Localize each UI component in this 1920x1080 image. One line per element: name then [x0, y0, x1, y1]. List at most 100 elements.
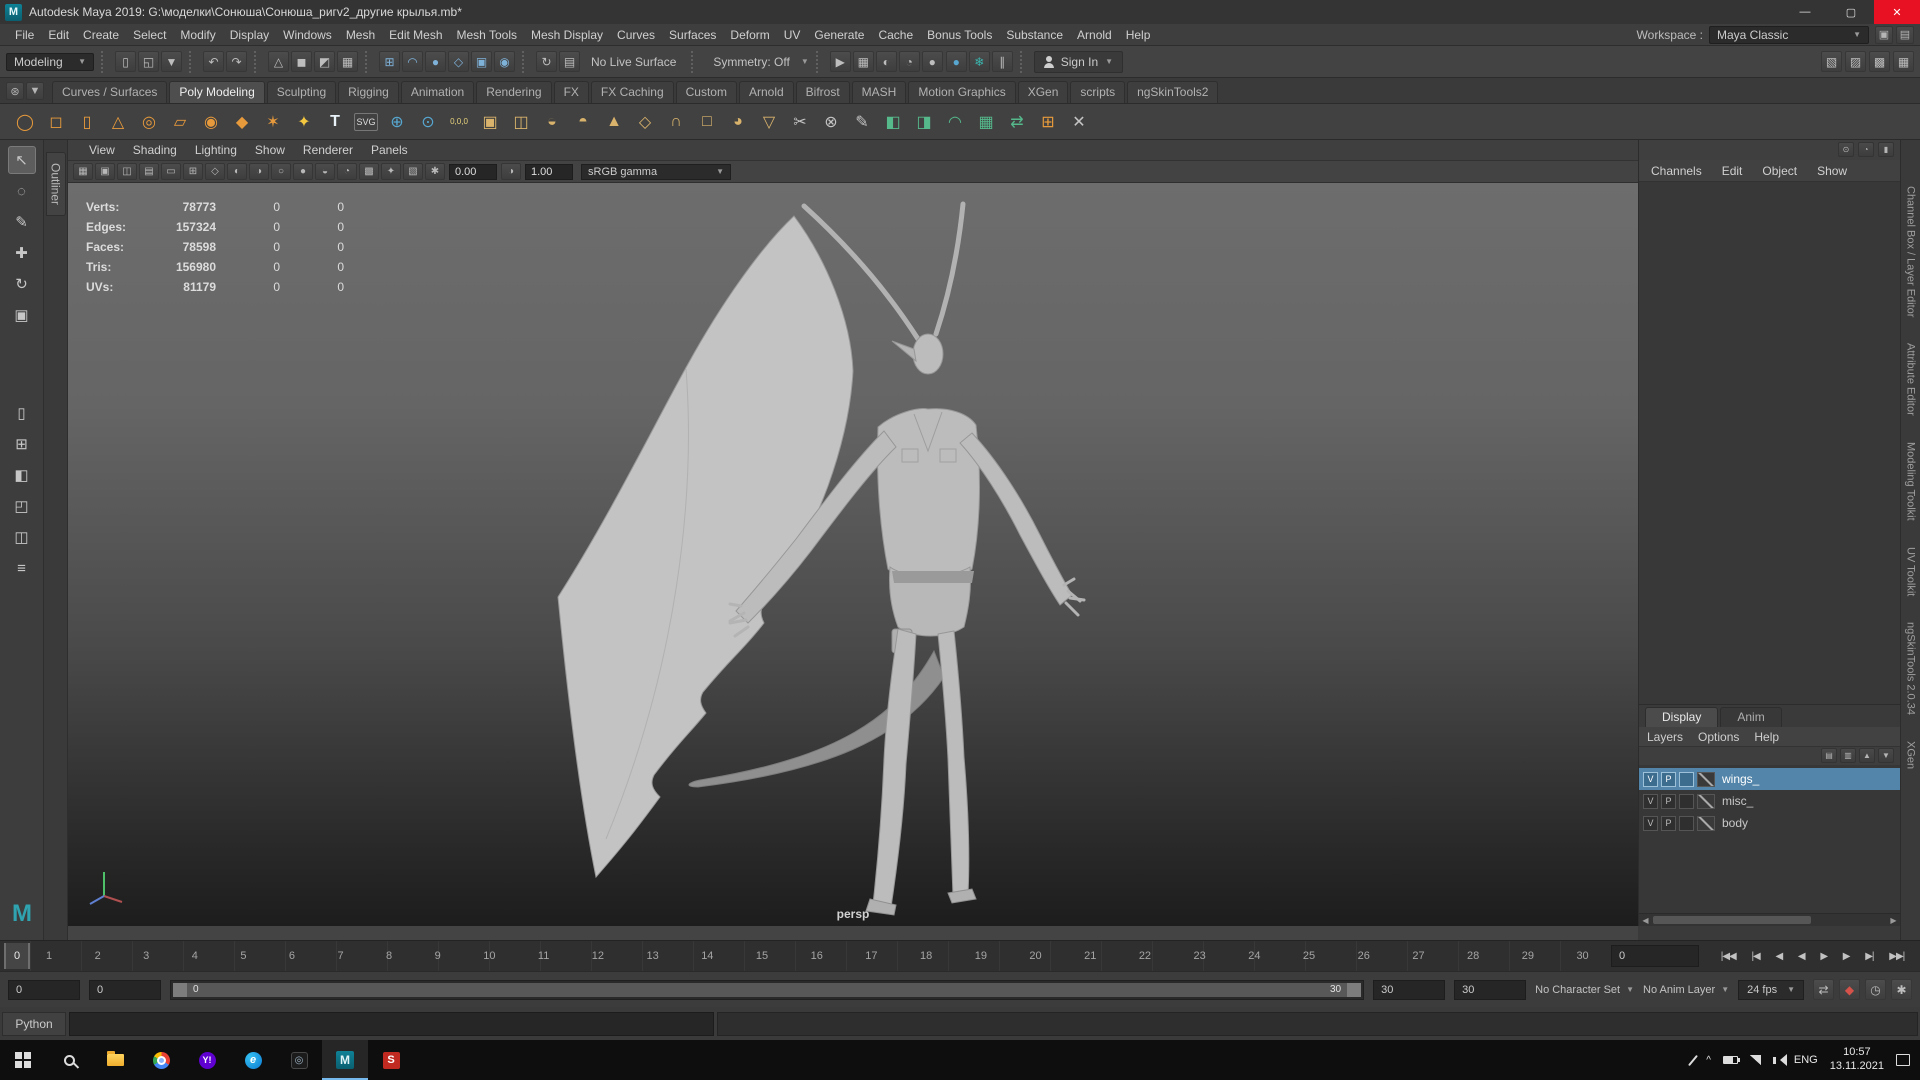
- layer-row[interactable]: V P body: [1639, 812, 1900, 834]
- menu-item[interactable]: Mesh: [339, 28, 382, 42]
- side-tab[interactable]: Channel Box / Layer Editor: [1905, 186, 1917, 317]
- layer-visibility-toggle[interactable]: V: [1643, 772, 1658, 787]
- layer-playback-toggle[interactable]: P: [1661, 772, 1676, 787]
- symmetry-label[interactable]: Symmetry: Off: [705, 55, 797, 69]
- construction-history-icon[interactable]: ↻: [536, 51, 557, 72]
- poly-sphere-icon[interactable]: ◯: [10, 107, 40, 137]
- layer-visibility-toggle[interactable]: V: [1643, 794, 1658, 809]
- hypershade-icon[interactable]: ●: [922, 51, 943, 72]
- ipr-render-icon[interactable]: ◐: [876, 51, 897, 72]
- uv-editor-icon[interactable]: ▦: [971, 107, 1001, 137]
- lasso-tool-icon[interactable]: ◌: [8, 177, 36, 205]
- shelf-options-icon[interactable]: ⊛: [6, 82, 24, 100]
- shelf-tab[interactable]: Arnold: [739, 81, 794, 103]
- group-divider[interactable]: [522, 51, 529, 73]
- step-back-key-button[interactable]: ◀: [1775, 951, 1782, 962]
- channel-box-menu-item[interactable]: Channels: [1651, 164, 1702, 178]
- viewport-menu-item[interactable]: Panels: [362, 143, 417, 157]
- chrome-icon[interactable]: [138, 1040, 184, 1080]
- construction-point-icon[interactable]: ⊙: [413, 107, 443, 137]
- four-pane-layout-icon[interactable]: ⊞: [8, 430, 36, 458]
- move-tool-icon[interactable]: ✚: [8, 239, 36, 267]
- layer-row[interactable]: V P misc_: [1639, 790, 1900, 812]
- layer-visibility-toggle[interactable]: V: [1643, 816, 1658, 831]
- outliner-tab[interactable]: Outliner: [46, 152, 66, 216]
- menu-item[interactable]: Substance: [999, 28, 1070, 42]
- construction-aim-icon[interactable]: ⊕: [382, 107, 412, 137]
- create-star-icon[interactable]: ✦: [289, 107, 319, 137]
- shelf-tab[interactable]: Sculpting: [267, 81, 336, 103]
- menu-item[interactable]: Display: [223, 28, 276, 42]
- shelf-tab-icon[interactable]: ▼: [26, 82, 44, 100]
- time-slider[interactable]: 0 12345678910111213141516171819202122232…: [0, 940, 1920, 971]
- fill-hole-icon[interactable]: □: [692, 107, 722, 137]
- taskbar-clock[interactable]: 10:57 13.11.2021: [1830, 1046, 1884, 1074]
- poly-cube-icon[interactable]: ◻: [41, 107, 71, 137]
- sign-in-button[interactable]: Sign In ▼: [1034, 51, 1123, 73]
- go-to-start-button[interactable]: |◀◀: [1721, 951, 1736, 962]
- scroll-left-icon[interactable]: ◀: [1639, 914, 1652, 926]
- exposure-field[interactable]: 0.00: [449, 164, 497, 180]
- shelf-tab[interactable]: ngSkinTools2: [1127, 81, 1218, 103]
- play-backwards-button[interactable]: ◀: [1798, 951, 1805, 962]
- foot-right-mesh[interactable]: [948, 889, 976, 903]
- type-tool-icon[interactable]: T: [320, 107, 350, 137]
- menu-item[interactable]: Create: [76, 28, 126, 42]
- use-default-material-icon[interactable]: ○: [271, 163, 291, 180]
- center-pivot-icon[interactable]: ⊞: [1033, 107, 1063, 137]
- step-forward-frame-button[interactable]: ▶|: [1865, 951, 1873, 962]
- panel-menu-icon[interactable]: ≡: [8, 554, 36, 582]
- toggle-modeling-toolkit-icon[interactable]: ▩: [1869, 51, 1890, 72]
- side-tab[interactable]: Modeling Toolkit: [1905, 442, 1917, 521]
- boolean-difference-icon[interactable]: ◓: [568, 107, 598, 137]
- menu-item[interactable]: Mesh Display: [524, 28, 610, 42]
- playback-start-field[interactable]: 0: [89, 980, 161, 1000]
- playback-end-field[interactable]: 30: [1373, 980, 1445, 1000]
- lock-camera-icon[interactable]: ▣: [95, 163, 115, 180]
- minimize-button[interactable]: —: [1782, 0, 1828, 24]
- menu-item[interactable]: Select: [126, 28, 173, 42]
- menu-item[interactable]: Deform: [723, 28, 776, 42]
- layer-color-swatch[interactable]: [1697, 772, 1715, 787]
- viewport-canvas[interactable]: Verts: 78773 0 0 Edges: 157324 0 0: [68, 183, 1638, 926]
- quad-draw-icon[interactable]: ✎: [847, 107, 877, 137]
- command-line-input[interactable]: [69, 1012, 714, 1036]
- menu-item[interactable]: Windows: [276, 28, 339, 42]
- select-tool-icon[interactable]: ↖: [8, 146, 36, 174]
- target-weld-icon[interactable]: ⊗: [816, 107, 846, 137]
- layer-name[interactable]: misc_: [1718, 794, 1753, 808]
- menu-item[interactable]: Help: [1119, 28, 1158, 42]
- layer-editor-tab[interactable]: Display: [1645, 707, 1718, 727]
- range-bar[interactable]: 0 30: [170, 980, 1364, 1000]
- group-divider[interactable]: [254, 51, 261, 73]
- shelf-tab[interactable]: Motion Graphics: [908, 81, 1015, 103]
- save-scene-icon[interactable]: ▼: [161, 51, 182, 72]
- layer-editor-menu-item[interactable]: Help: [1754, 730, 1779, 744]
- shelf-tab[interactable]: Poly Modeling: [169, 81, 264, 103]
- isolate-select-icon[interactable]: ✦: [381, 163, 401, 180]
- current-frame-field[interactable]: 0: [1611, 945, 1699, 967]
- pause-icon[interactable]: ∥: [992, 51, 1013, 72]
- layer-color-swatch[interactable]: [1697, 816, 1715, 831]
- render-current-frame-icon[interactable]: ▦: [853, 51, 874, 72]
- list-inputs-icon[interactable]: ▤: [559, 51, 580, 72]
- file-explorer-icon[interactable]: [92, 1040, 138, 1080]
- layer-editor-menu-item[interactable]: Options: [1698, 730, 1739, 744]
- group-divider[interactable]: [691, 51, 698, 73]
- network-icon[interactable]: [1750, 1055, 1761, 1065]
- move-layer-down-icon[interactable]: ▼: [1878, 748, 1894, 763]
- maximize-button[interactable]: ▢: [1828, 0, 1874, 24]
- workspace-lock-icon[interactable]: ▣: [1875, 26, 1893, 44]
- multi-cut-icon[interactable]: ✂: [785, 107, 815, 137]
- gamma-field[interactable]: 1.00: [525, 164, 573, 180]
- auto-key-icon[interactable]: ◆: [1839, 979, 1860, 1000]
- group-divider[interactable]: [189, 51, 196, 73]
- action-center-icon[interactable]: [1896, 1054, 1910, 1066]
- toggle-attribute-editor-icon[interactable]: ▨: [1845, 51, 1866, 72]
- workspace-dropdown[interactable]: Maya Classic ▼: [1709, 26, 1869, 44]
- menu-item[interactable]: Bonus Tools: [920, 28, 999, 42]
- make-live-icon[interactable]: ◉: [494, 51, 515, 72]
- xray-toggle-icon[interactable]: ▧: [403, 163, 423, 180]
- side-tab[interactable]: XGen: [1905, 741, 1917, 769]
- menu-item[interactable]: Surfaces: [662, 28, 723, 42]
